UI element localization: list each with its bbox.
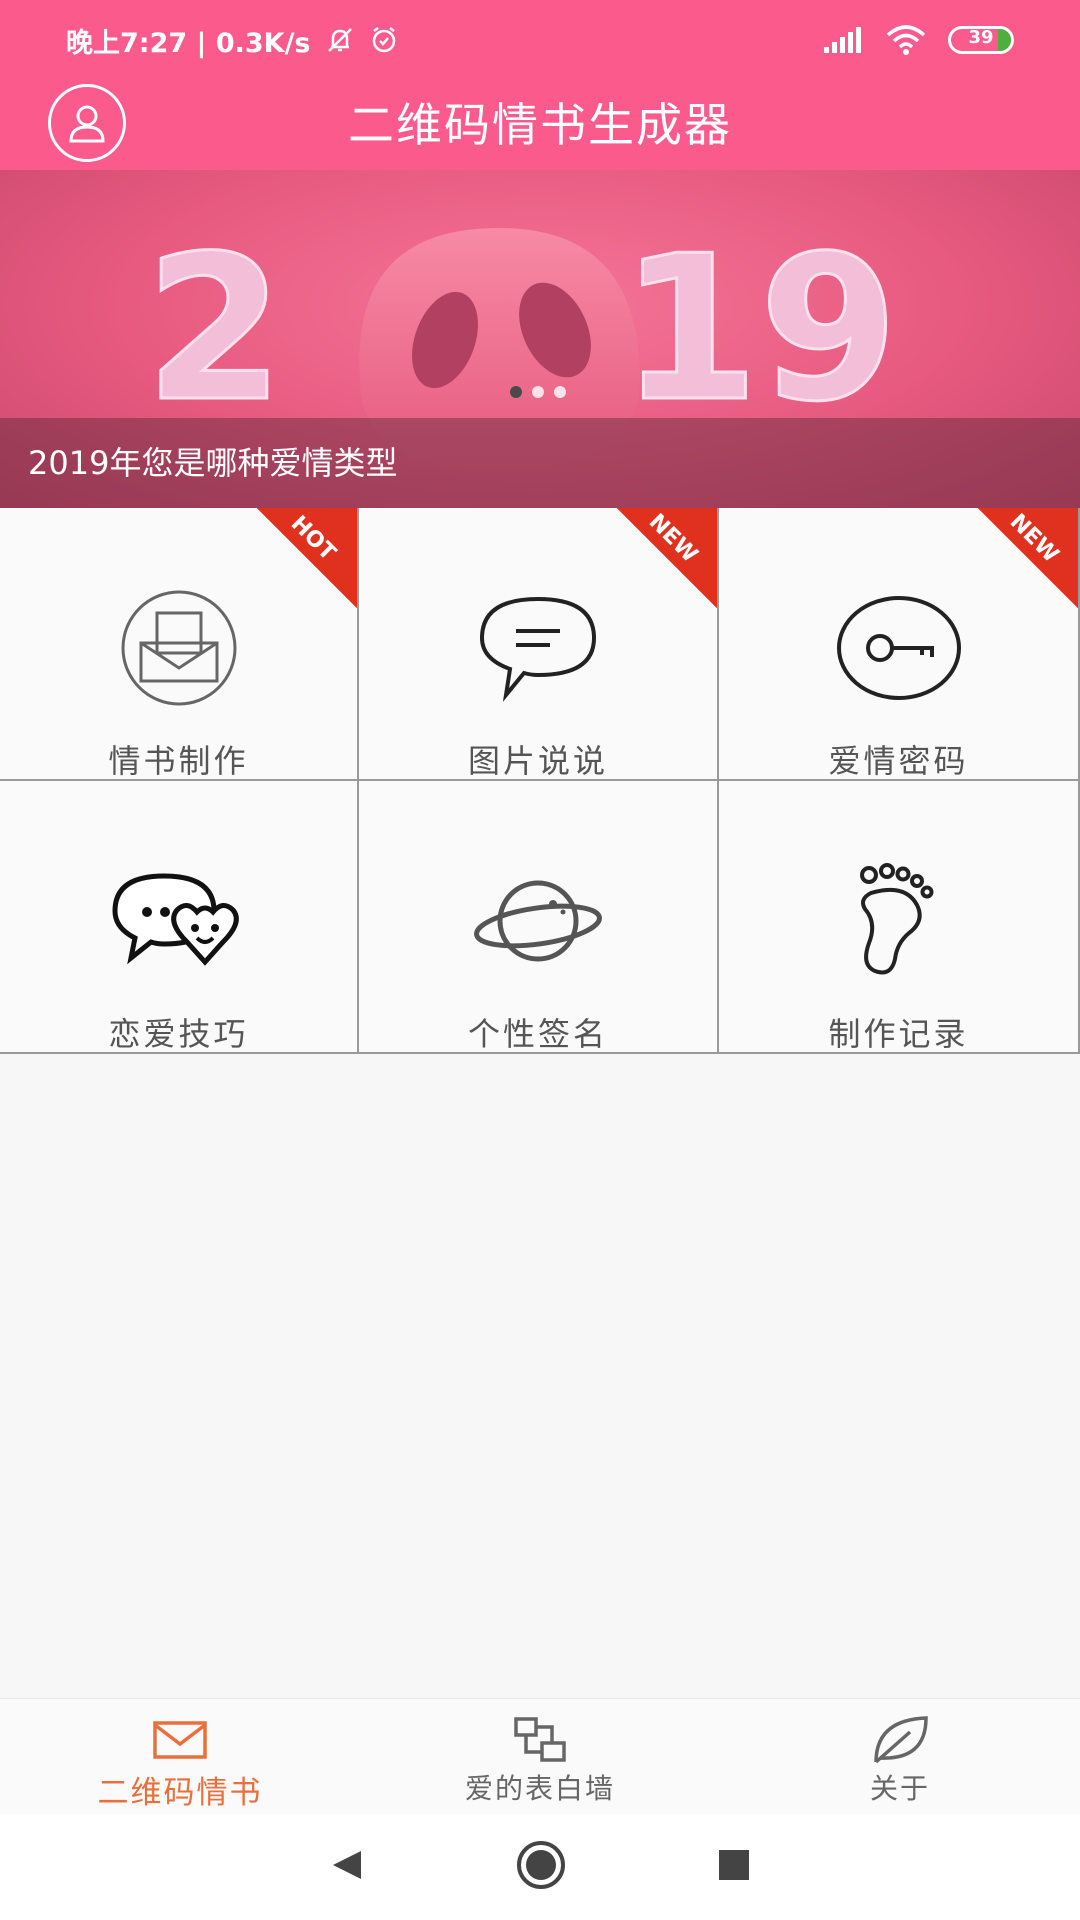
recents-square-icon — [719, 1850, 749, 1880]
carousel-dot[interactable] — [554, 386, 566, 398]
planet-icon — [474, 880, 602, 962]
footprint-icon — [859, 863, 933, 975]
grid-item-love-letter[interactable]: HOT 情书制作 — [0, 508, 359, 781]
envelope-icon — [121, 590, 236, 706]
grid-item-label: 爱情密码 — [828, 742, 969, 780]
key-icon — [836, 596, 961, 700]
nav-tab-label: 二维码情书 — [97, 1775, 263, 1811]
nav-tab-label: 关于 — [869, 1772, 930, 1805]
battery-icon: 39 — [948, 26, 1014, 54]
battery-level: 39 — [968, 27, 994, 48]
svg-text:2: 2 — [145, 213, 284, 446]
app-header: 二维码情书生成器 — [0, 80, 1080, 170]
page-title: 二维码情书生成器 — [348, 98, 732, 152]
carousel-dot[interactable] — [532, 386, 544, 398]
bottom-nav: 二维码情书 爱的表白墙 关于 — [0, 1698, 1080, 1814]
speech-bubble-icon — [479, 596, 597, 702]
status-right: 39 — [824, 25, 1014, 55]
nav-tab-qr-letter[interactable]: 二维码情书 — [0, 1699, 360, 1814]
system-nav-bar — [0, 1814, 1080, 1920]
chat-heart-icon — [111, 873, 239, 966]
alarm-icon — [369, 25, 399, 55]
wifi-icon — [886, 25, 926, 55]
feature-grid: HOT 情书制作 NEW 图片说说 NEW 爱情密码 恋爱技巧 个性签名 制作记… — [0, 508, 1080, 1054]
grid-item-photo-talk[interactable]: NEW 图片说说 — [359, 508, 719, 781]
carousel-dot[interactable] — [510, 386, 522, 398]
banner-caption: 2019年您是哪种爱情类型 — [28, 444, 398, 482]
grid-item-love-tips[interactable]: 恋爱技巧 — [0, 781, 359, 1054]
grid-item-label: 情书制作 — [108, 742, 249, 780]
grid-item-history[interactable]: 制作记录 — [719, 781, 1080, 1054]
leaf-icon — [874, 1716, 928, 1764]
home-circle-icon — [517, 1841, 565, 1889]
status-time-speed: 晚上7:27 | 0.3K/s — [66, 27, 311, 59]
grid-item-love-code[interactable]: NEW 爱情密码 — [719, 508, 1080, 781]
nav-tab-label: 爱的表白墙 — [464, 1772, 615, 1805]
grid-item-label: 图片说说 — [467, 742, 608, 780]
status-left: 晚上7:27 | 0.3K/s — [66, 21, 399, 60]
carousel-dots — [510, 386, 566, 398]
banner-carousel[interactable]: 2 19 2019年您是哪种爱情类型 — [0, 170, 1080, 508]
svg-text:19: 19 — [620, 213, 898, 446]
status-bar: 晚上7:27 | 0.3K/s 39 — [0, 0, 1080, 80]
nav-tab-confession-wall[interactable]: 爱的表白墙 — [360, 1699, 720, 1814]
grid-item-label: 制作记录 — [828, 1015, 969, 1053]
banner-caption-bar: 2019年您是哪种爱情类型 — [0, 418, 1080, 508]
mute-bell-icon — [325, 25, 355, 55]
back-triangle-icon — [333, 1851, 361, 1879]
grid-item-label: 个性签名 — [467, 1015, 608, 1053]
wall-icon — [514, 1717, 566, 1762]
home-button[interactable] — [515, 1839, 567, 1895]
recents-button[interactable] — [717, 1848, 751, 1886]
back-button[interactable] — [329, 1847, 365, 1887]
grid-item-signature[interactable]: 个性签名 — [359, 781, 719, 1054]
signal-icon — [824, 27, 864, 53]
nav-tab-about[interactable]: 关于 — [720, 1699, 1080, 1814]
grid-item-label: 恋爱技巧 — [108, 1015, 249, 1053]
mail-icon — [153, 1721, 207, 1759]
